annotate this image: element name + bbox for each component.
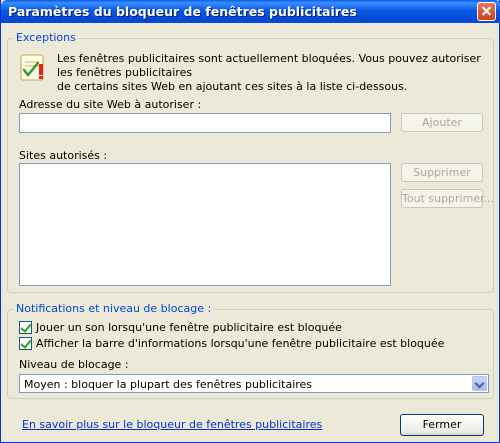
remove-button[interactable]: Supprimer [401,163,483,182]
allowed-sites-label: Sites autorisés : [19,149,108,162]
infobar-checkbox-label[interactable]: Afficher la barre d'informations lorsqu'… [36,337,444,350]
info-line-1: Les fenêtres publicitaires sont actuelle… [57,52,481,79]
address-label: Adresse du site Web à autoriser : [19,98,202,111]
info-line-2: de certains sites Web en ajoutant ces si… [57,80,408,93]
sound-checkbox[interactable] [19,321,32,334]
infobar-checkbox[interactable] [19,337,32,350]
allowed-sites-list[interactable] [19,163,391,286]
info-icon [20,54,44,81]
notifications-group: Notifications et niveau de blocage : Jou… [7,302,494,399]
learn-more-link[interactable]: En savoir plus sur le bloqueur de fenêtr… [22,418,322,431]
blocking-level-value: Moyen : bloquer la plupart des fenêtres … [24,378,313,391]
sound-checkbox-label[interactable]: Jouer un son lorsqu'une fenêtre publicit… [36,321,342,334]
address-input[interactable] [19,113,391,133]
notifications-legend: Notifications et niveau de blocage : [14,302,214,315]
remove-all-button[interactable]: Tout supprimer... [401,189,494,208]
exceptions-group: Exceptions Les fenêtres publicitaires so… [7,31,494,293]
title-bar[interactable]: Paramètres du bloqueur de fenêtres publi… [1,0,500,23]
add-button[interactable]: Ajouter [401,113,483,132]
close-button[interactable]: Fermer [400,414,484,436]
close-window-button[interactable] [477,2,496,21]
blocking-level-select[interactable]: Moyen : bloquer la plupart des fenêtres … [19,374,489,393]
popup-blocker-settings-dialog: Paramètres du bloqueur de fenêtres publi… [0,0,500,443]
window-title: Paramètres du bloqueur de fenêtres publi… [8,4,357,19]
info-text: Les fenêtres publicitaires sont actuelle… [57,52,493,94]
chevron-down-icon[interactable] [472,376,487,391]
exceptions-legend: Exceptions [14,31,78,44]
blocking-level-label: Niveau de blocage : [19,358,129,371]
